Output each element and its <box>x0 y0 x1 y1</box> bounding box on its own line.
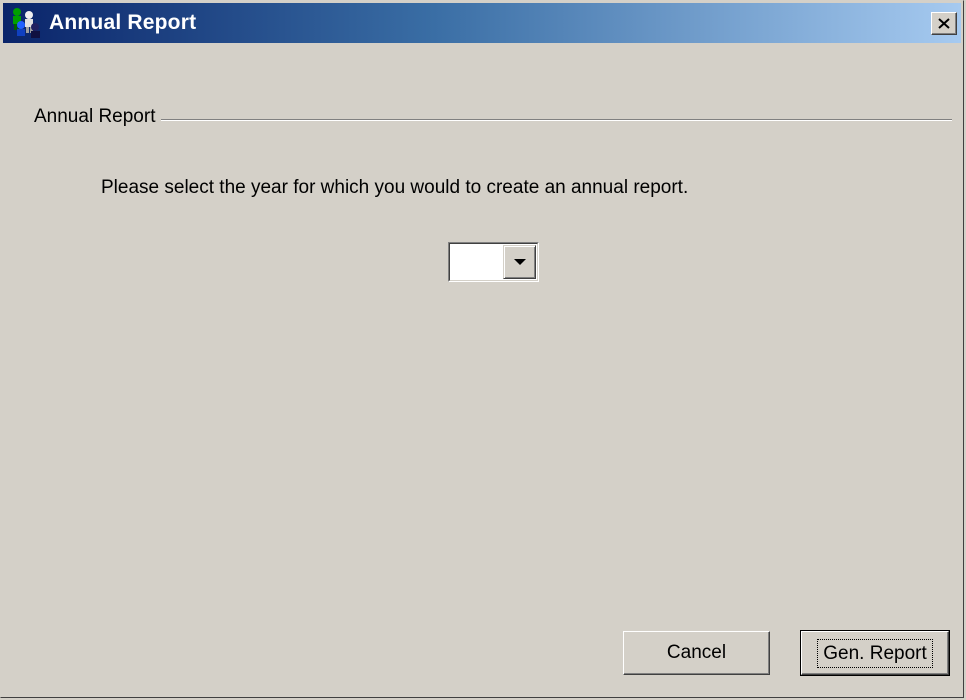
annual-report-groupbox: Annual Report <box>34 105 952 129</box>
close-icon <box>938 18 950 29</box>
annual-report-dialog: Annual Report Annual Report Please selec… <box>0 0 964 698</box>
year-select[interactable] <box>448 242 539 282</box>
generate-report-label: Gen. Report <box>817 638 933 668</box>
window-title: Annual Report <box>49 11 197 34</box>
generate-report-button-frame: Gen. Report <box>800 630 950 676</box>
instruction-text: Please select the year for which you wou… <box>101 177 689 198</box>
generate-report-button[interactable]: Gen. Report <box>801 631 949 675</box>
group-label: Annual Report <box>34 106 156 127</box>
people-app-icon <box>13 8 40 38</box>
year-select-field[interactable] <box>449 243 538 281</box>
cancel-button[interactable]: Cancel <box>623 631 770 675</box>
year-select-dropdown-button[interactable] <box>503 245 536 279</box>
title-bar[interactable]: Annual Report <box>3 3 961 43</box>
group-divider <box>161 119 952 121</box>
close-button[interactable] <box>931 12 957 35</box>
chevron-down-icon <box>513 258 526 265</box>
